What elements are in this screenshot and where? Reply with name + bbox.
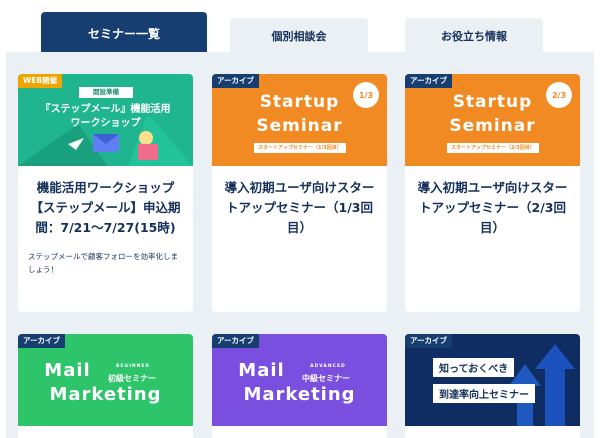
thumb-subtitle: スタートアップセミナー（2/3回目） xyxy=(447,143,539,153)
tab-useful-info[interactable]: お役立ち情報 xyxy=(405,18,543,54)
card-thumbnail: アーカイブ Mail Marketing ADVANCED 中級セミナー xyxy=(212,334,387,426)
card-thumbnail: アーカイブ Startup Seminar スタートアップセミナー（2/3回目）… xyxy=(405,74,580,166)
level-label: 中級セミナー xyxy=(302,374,350,383)
status-badge: アーカイブ xyxy=(405,334,453,348)
card-description: ステップメールで顧客フォローを効率化しましょう！ xyxy=(28,252,178,274)
status-badge: アーカイブ xyxy=(212,74,260,88)
card-thumbnail: アーカイブ 知っておくべき 到達率向上セミナー xyxy=(405,334,580,426)
session-fraction: 2/3 xyxy=(546,82,572,108)
card-thumbnail: アーカイブ Mail Marketing BEGINNER 初級セミナー xyxy=(18,334,193,426)
session-fraction: 1/3 xyxy=(353,82,379,108)
thumb-title-line2: Seminar xyxy=(449,116,536,136)
seminar-card[interactable]: アーカイブ Mail Marketing ADVANCED 中級セミナー xyxy=(212,334,387,438)
status-badge: アーカイブ xyxy=(212,334,260,348)
card-title[interactable]: 機能活用ワークショップ【ステップメール】申込期間：7/21〜7/27(15時) xyxy=(18,166,193,238)
thumb-title-line2: 到達率向上セミナー xyxy=(433,384,535,403)
tab-individual-consultation[interactable]: 個別相談会 xyxy=(230,18,368,54)
thumb-title-line1: 『ステップメール』機能活用 xyxy=(40,104,171,115)
seminar-page: セミナー一覧 個別相談会 お役立ち情報 WEB開催 開設準備 『ステップメール』… xyxy=(0,0,600,438)
thumb-subtitle: スタートアップセミナー（1/3回目） xyxy=(254,143,346,153)
card-title[interactable]: 導入初期ユーザ向けスタートアップセミナー（1/3回目） xyxy=(212,166,387,238)
status-badge: WEB開催 xyxy=(18,74,63,88)
thumb-title-line1: 知っておくべき xyxy=(433,358,515,377)
seminar-card[interactable]: アーカイブ Startup Seminar スタートアップセミナー（2/3回目）… xyxy=(405,74,580,312)
level-english: BEGINNER xyxy=(116,364,150,369)
thumb-ribbon: 開設準備 xyxy=(79,87,133,98)
thumb-title-line2: Seminar xyxy=(256,116,343,136)
seminar-card[interactable]: WEB開催 開設準備 『ステップメール』機能活用 ワークショップ 機能活用ワーク… xyxy=(18,74,193,312)
thumb-title-line2: Marketing xyxy=(49,384,162,405)
level-english: ADVANCED xyxy=(310,364,346,369)
tab-bar: セミナー一覧 個別相談会 お役立ち情報 xyxy=(0,0,600,54)
card-thumbnail: WEB開催 開設準備 『ステップメール』機能活用 ワークショップ xyxy=(18,74,193,166)
thumb-title-line2: ワークショップ xyxy=(70,118,141,129)
status-badge: アーカイブ xyxy=(18,334,66,348)
card-thumbnail: アーカイブ Startup Seminar スタートアップセミナー（1/3回目）… xyxy=(212,74,387,166)
seminar-card[interactable]: アーカイブ 知っておくべき 到達率向上セミナー xyxy=(405,334,580,438)
thumb-title: 『ステップメール』機能活用 ワークショップ xyxy=(18,103,193,131)
seminar-card[interactable]: アーカイブ Startup Seminar スタートアップセミナー（1/3回目）… xyxy=(212,74,387,312)
thumb-title-line2: Marketing xyxy=(243,384,356,405)
seminar-card[interactable]: アーカイブ Mail Marketing BEGINNER 初級セミナー xyxy=(18,334,193,438)
status-badge: アーカイブ xyxy=(405,74,453,88)
card-title[interactable]: 導入初期ユーザ向けスタートアップセミナー（2/3回目） xyxy=(405,166,580,238)
tab-seminar-list[interactable]: セミナー一覧 xyxy=(41,12,207,54)
level-label: 初級セミナー xyxy=(108,374,156,383)
